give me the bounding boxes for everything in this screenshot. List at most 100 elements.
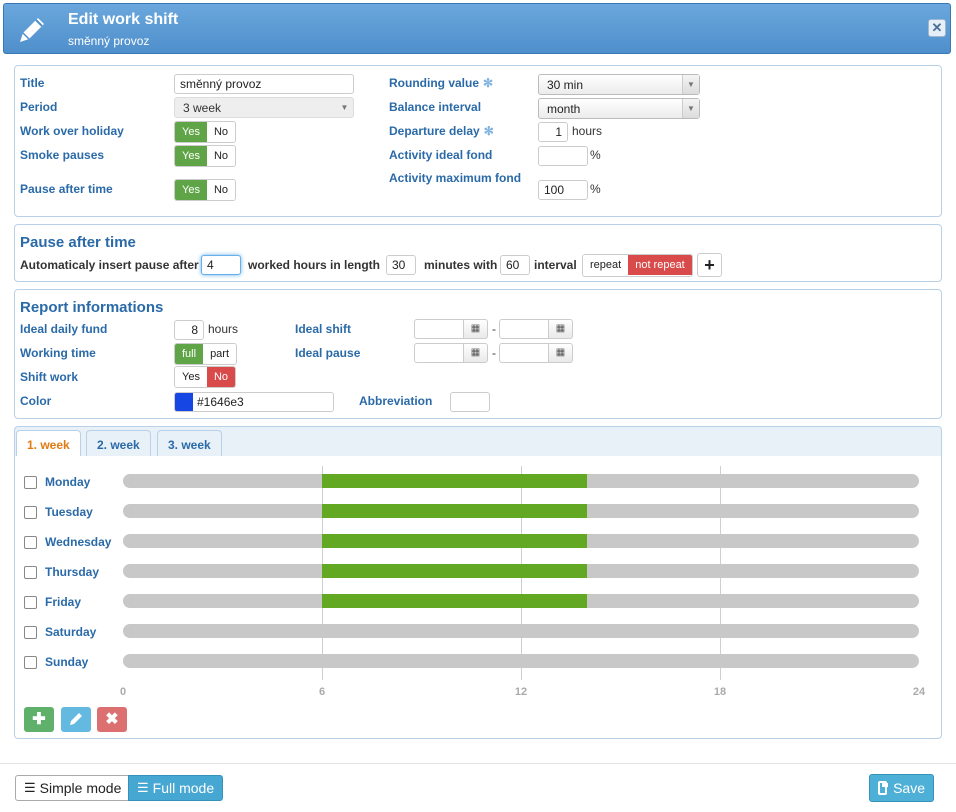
axis-label: 6 xyxy=(318,686,326,698)
rounding-select[interactable]: 30 min ▼ xyxy=(538,74,700,95)
smoke-no[interactable]: No xyxy=(206,146,236,166)
full-mode-label: Full mode xyxy=(152,780,215,796)
color-swatch[interactable] xyxy=(175,393,193,411)
dialog-subtitle: směnný provoz xyxy=(68,34,150,48)
tab-week-2[interactable]: 2. week xyxy=(86,430,151,458)
pause-text-2: worked hours in length xyxy=(248,258,381,272)
holiday-yes[interactable]: Yes xyxy=(175,122,207,142)
smoke-yes[interactable]: Yes xyxy=(175,146,207,166)
pause-length-input[interactable]: 30 xyxy=(386,255,416,275)
footer-divider xyxy=(0,763,956,764)
ideal-pause-to[interactable] xyxy=(499,343,549,363)
shift-bar[interactable] xyxy=(322,534,588,548)
day-name: Friday xyxy=(45,595,82,609)
pause-heading: Pause after time xyxy=(20,234,136,251)
dialog-header: Edit work shift směnný provoz ✕ xyxy=(3,3,951,54)
pencil-icon xyxy=(20,18,44,42)
delete-button[interactable]: ✖ xyxy=(97,707,127,732)
plus-icon: + xyxy=(704,255,715,275)
add-button[interactable]: ✚ xyxy=(24,707,54,732)
pause-label: Pause after time xyxy=(20,182,113,196)
day-row: Monday xyxy=(24,475,90,489)
repeat-toggle[interactable]: repeat not repeat xyxy=(582,254,693,277)
holiday-no[interactable]: No xyxy=(206,122,236,142)
axis-label: 18 xyxy=(713,686,727,698)
pause-no[interactable]: No xyxy=(206,180,236,200)
delay-input[interactable]: 1 xyxy=(538,122,568,142)
pause-with-input[interactable]: 60 xyxy=(500,255,530,275)
full-mode-button[interactable]: ☰ Full mode xyxy=(128,775,224,801)
holiday-toggle[interactable]: Yes No xyxy=(174,121,237,143)
simple-mode-button[interactable]: ☰ Simple mode xyxy=(15,775,131,801)
close-icon[interactable]: ✕ xyxy=(928,19,946,37)
shift-toggle[interactable]: Yes No xyxy=(174,366,237,388)
day-name: Sunday xyxy=(45,655,89,669)
day-checkbox[interactable] xyxy=(24,655,37,669)
tab-week-1[interactable]: 1. week xyxy=(16,430,81,459)
abbreviation-input[interactable] xyxy=(450,392,490,412)
smoke-toggle[interactable]: Yes No xyxy=(174,145,237,167)
list-icon: ☰ xyxy=(137,780,149,795)
ideal-pause-from[interactable] xyxy=(414,343,464,363)
day-checkbox[interactable] xyxy=(24,595,37,609)
dialog-title: Edit work shift xyxy=(68,11,179,28)
daily-input[interactable]: 8 xyxy=(174,320,204,340)
pause-yes[interactable]: Yes xyxy=(175,180,207,200)
shift-yes[interactable]: Yes xyxy=(175,367,207,387)
working-full[interactable]: full xyxy=(175,344,204,364)
axis-label: 12 xyxy=(514,686,528,698)
shift-bar[interactable] xyxy=(322,594,588,608)
day-checkbox[interactable] xyxy=(24,505,37,519)
abbreviation-label: Abbreviation xyxy=(359,394,433,408)
day-track[interactable] xyxy=(123,624,919,638)
calendar-icon[interactable]: ▦ xyxy=(464,319,488,339)
shift-no[interactable]: No xyxy=(206,367,236,387)
daily-hours: hours xyxy=(208,322,239,336)
calendar-icon[interactable]: ▦ xyxy=(464,343,488,363)
ideal-shift-from[interactable] xyxy=(414,319,464,339)
pause-after-input[interactable]: 4 xyxy=(201,255,241,275)
shift-bar[interactable] xyxy=(322,474,588,488)
daily-label: Ideal daily fund xyxy=(20,322,108,336)
ideal-shift-to[interactable] xyxy=(499,319,549,339)
delay-label: Departure delay ✻ xyxy=(389,124,494,138)
day-checkbox[interactable] xyxy=(24,475,37,489)
save-button[interactable]: Save xyxy=(869,774,934,802)
ideal-fond-input[interactable] xyxy=(538,146,588,166)
edit-button[interactable] xyxy=(61,707,91,732)
day-checkbox[interactable] xyxy=(24,565,37,579)
asterisk-icon: ✻ xyxy=(483,124,494,138)
simple-mode-label: Simple mode xyxy=(39,780,122,796)
week-tabs: 1. week 2. week 3. week xyxy=(14,426,942,459)
day-checkbox[interactable] xyxy=(24,535,37,549)
color-input[interactable]: #1646e3 xyxy=(174,392,334,412)
not-repeat-button[interactable]: not repeat xyxy=(628,255,692,275)
day-track[interactable] xyxy=(123,654,919,668)
repeat-button[interactable]: repeat xyxy=(583,255,629,275)
title-input[interactable]: směnný provoz xyxy=(174,74,354,94)
working-part[interactable]: part xyxy=(203,344,237,364)
period-select[interactable]: 3 week ▼ xyxy=(174,97,354,118)
shift-bar[interactable] xyxy=(322,504,588,518)
shift-bar[interactable] xyxy=(322,564,588,578)
max-fond-input[interactable]: 100 xyxy=(538,180,588,200)
balance-select[interactable]: month ▼ xyxy=(538,98,700,119)
axis-label: 0 xyxy=(119,686,127,698)
add-pause-button[interactable]: + xyxy=(697,253,722,277)
tab-week-3[interactable]: 3. week xyxy=(157,430,222,458)
ideal-shift-dash: - xyxy=(492,322,496,336)
day-checkbox[interactable] xyxy=(24,625,37,639)
holiday-label: Work over holiday xyxy=(20,124,124,138)
list-icon: ☰ xyxy=(24,780,36,795)
working-label: Working time xyxy=(20,346,96,360)
balance-value: month xyxy=(547,102,581,116)
save-label: Save xyxy=(893,780,925,796)
calendar-icon[interactable]: ▦ xyxy=(549,343,573,363)
chevron-down-icon: ▼ xyxy=(682,75,699,94)
calendar-icon[interactable]: ▦ xyxy=(549,319,573,339)
rounding-label: Rounding value ✻ xyxy=(389,76,494,90)
working-toggle[interactable]: full part xyxy=(174,343,238,365)
title-label: Title xyxy=(20,76,45,90)
day-name: Monday xyxy=(45,475,91,489)
pause-toggle[interactable]: Yes No xyxy=(174,179,237,201)
